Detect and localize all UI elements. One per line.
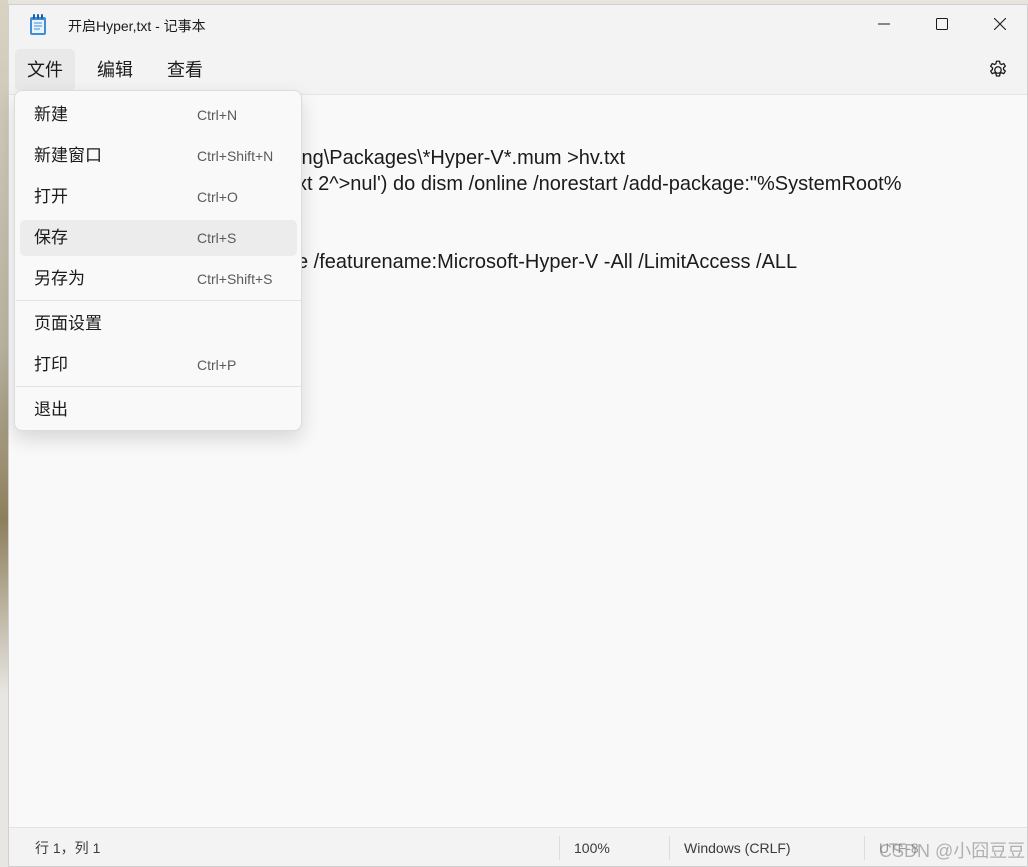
maximize-button[interactable] <box>913 5 971 43</box>
menu-item-shortcut: Ctrl+Shift+N <box>197 148 274 164</box>
close-icon <box>994 18 1006 30</box>
close-button[interactable] <box>971 5 1027 43</box>
status-divider <box>864 836 865 860</box>
menu-item-new[interactable]: 新建 Ctrl+N <box>20 97 297 133</box>
menu-item-label: 页面设置 <box>34 314 102 333</box>
menu-item-shortcut: Ctrl+O <box>197 189 238 205</box>
menu-item-shortcut: Ctrl+P <box>197 357 237 373</box>
status-divider <box>559 836 560 860</box>
menu-view[interactable]: 查看 <box>155 49 215 91</box>
menu-item-label: 新建 <box>34 105 68 124</box>
menu-item-page-setup[interactable]: 页面设置 <box>20 306 297 342</box>
menu-divider <box>16 300 302 301</box>
editor-line: e /featurename:Microsoft-Hyper-V -All /L… <box>297 251 798 273</box>
watermark: CSDN @小囧豆豆 <box>879 841 1026 861</box>
menu-edit[interactable]: 编辑 <box>85 49 145 91</box>
menu-divider <box>16 386 302 387</box>
menu-item-label: 打开 <box>34 187 68 206</box>
status-divider <box>669 836 670 860</box>
zoom-level: 100% <box>574 840 610 856</box>
editor-line: xt 2^>nul') do dism /online /norestart /… <box>297 173 902 195</box>
minimize-icon <box>878 23 890 25</box>
menu-item-label: 另存为 <box>34 269 85 288</box>
menu-file[interactable]: 文件 <box>15 49 75 91</box>
menu-bar: 文件 编辑 查看 <box>9 45 1027 95</box>
menu-item-label: 保存 <box>34 228 68 247</box>
menu-item-open[interactable]: 打开 Ctrl+O <box>20 179 297 215</box>
editor-line: ing\Packages\*Hyper-V*.mum >hv.txt <box>297 147 626 169</box>
menu-item-shortcut: Ctrl+Shift+S <box>197 271 273 287</box>
file-menu-dropdown: 新建 Ctrl+N 新建窗口 Ctrl+Shift+N 打开 Ctrl+O 保存… <box>14 90 302 431</box>
menu-item-label: 打印 <box>34 355 68 374</box>
maximize-icon <box>936 18 948 30</box>
menu-item-save-as[interactable]: 另存为 Ctrl+Shift+S <box>20 261 297 297</box>
menu-item-exit[interactable]: 退出 <box>20 392 297 428</box>
menu-item-shortcut: Ctrl+N <box>197 107 238 123</box>
gear-icon[interactable] <box>987 59 1009 81</box>
menu-item-new-window[interactable]: 新建窗口 Ctrl+Shift+N <box>20 138 297 174</box>
minimize-button[interactable] <box>855 5 913 43</box>
desktop-background-strip <box>0 0 8 867</box>
status-bar: 行 1，列 1 100% Windows (CRLF) UTF-8 <box>9 827 1027 866</box>
window-title: 开启Hyper,txt - 记事本 <box>68 18 206 34</box>
menu-item-print[interactable]: 打印 Ctrl+P <box>20 347 297 383</box>
notepad-icon <box>30 14 46 35</box>
cursor-position: 行 1，列 1 <box>35 840 101 856</box>
menu-item-shortcut: Ctrl+S <box>197 230 237 246</box>
line-ending: Windows (CRLF) <box>684 840 791 856</box>
menu-item-label: 退出 <box>34 400 68 419</box>
menu-item-save[interactable]: 保存 Ctrl+S <box>20 220 297 256</box>
menu-item-label: 新建窗口 <box>34 146 102 165</box>
title-bar[interactable]: 开启Hyper,txt - 记事本 <box>9 5 1027 45</box>
